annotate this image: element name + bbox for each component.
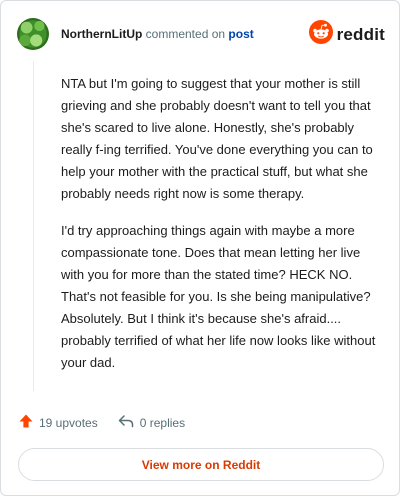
- comment-actions: 19 upvotes 0 replies: [19, 414, 205, 431]
- reddit-comment-embed: NorthernLitUp commented on post reddit N…: [0, 0, 400, 496]
- comment-paragraph: NTA but I'm going to suggest that your m…: [61, 76, 373, 201]
- reddit-logo[interactable]: reddit: [308, 20, 385, 49]
- reply-count: 0 replies: [139, 415, 186, 430]
- comment-body: NTA but I'm going to suggest that your m…: [61, 73, 381, 374]
- post-link[interactable]: post: [228, 27, 253, 41]
- comment-header: NorthernLitUp commented on post reddit: [17, 16, 385, 52]
- view-more-button[interactable]: View more on Reddit: [18, 448, 384, 481]
- reply-arrow-icon: [118, 414, 134, 431]
- upvote-count: 19 upvotes: [39, 415, 98, 430]
- commented-on-label: commented on: [145, 27, 226, 41]
- thread-line: [33, 61, 34, 391]
- reddit-snoo-icon: [308, 20, 333, 49]
- author-line: NorthernLitUp commented on post: [61, 27, 254, 41]
- comment-paragraph: I'd try approaching things again with ma…: [61, 223, 376, 370]
- author-name[interactable]: NorthernLitUp: [61, 27, 142, 41]
- upvote-button[interactable]: 19 upvotes: [19, 414, 98, 431]
- upvote-arrow-icon: [19, 414, 33, 431]
- avatar[interactable]: [17, 18, 49, 50]
- reddit-wordmark: reddit: [336, 24, 385, 44]
- reply-button[interactable]: 0 replies: [118, 414, 185, 431]
